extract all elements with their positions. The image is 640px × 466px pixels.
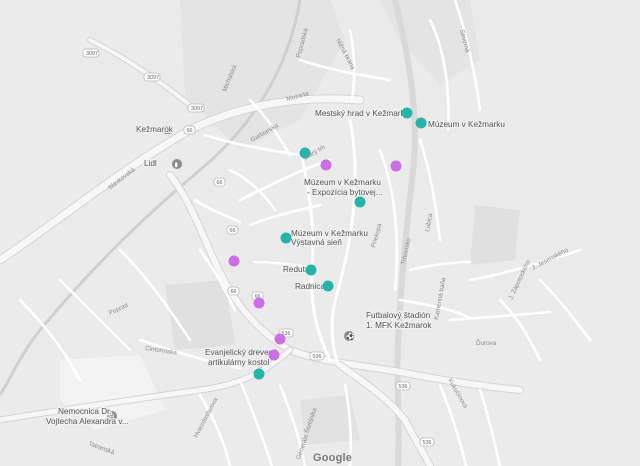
- marker-stary-trh[interactable]: [299, 147, 311, 159]
- route-shield-3097-a: 3097: [82, 48, 100, 58]
- route-shield-66-b: 66: [213, 177, 226, 187]
- marker-castle[interactable]: [401, 107, 413, 119]
- label-muzeum[interactable]: Múzeum v Kežmarku: [427, 119, 507, 131]
- route-shield-66-e: 66: [227, 286, 240, 296]
- label-lidl[interactable]: Lidl: [143, 158, 159, 170]
- label-stadion-2[interactable]: 1. MFK Kežmarok: [365, 320, 434, 332]
- marker-reduta[interactable]: [305, 264, 317, 276]
- marker-purple-4[interactable]: [253, 297, 265, 309]
- svg-text:66: 66: [217, 180, 223, 186]
- svg-text:536: 536: [399, 384, 408, 390]
- block-east: [470, 205, 520, 265]
- lidl-shop-icon[interactable]: ▮: [172, 159, 182, 169]
- marker-south[interactable]: [253, 368, 265, 380]
- route-shield-536-c: 536: [395, 381, 411, 391]
- map-canvas[interactable]: 3097 3097 3097 66 66 66 66 66 536 536 53…: [0, 0, 640, 466]
- marker-purple-5[interactable]: [274, 333, 286, 345]
- label-nemocnica-1[interactable]: Nemocnica Dr.: [57, 406, 113, 418]
- svg-text:▮: ▮: [175, 162, 178, 169]
- label-expozicia-1[interactable]: Múzeum v Kežmarku: [303, 177, 383, 189]
- marker-purple-3[interactable]: [228, 255, 240, 267]
- marker-museum[interactable]: [415, 117, 427, 129]
- label-kezmarok[interactable]: Kežmarok: [135, 124, 175, 136]
- label-vystavna-sien-1[interactable]: Múzeum v Kežmarku: [290, 228, 370, 240]
- route-shield-536-b: 536: [309, 351, 325, 361]
- svg-text:66: 66: [187, 128, 193, 134]
- route-shield-3097-c: 3097: [187, 103, 205, 113]
- svg-text:66: 66: [231, 289, 237, 295]
- label-radnica[interactable]: Radnica: [294, 281, 327, 293]
- route-shield-3097-b: 3097: [143, 72, 161, 82]
- stadium-icon[interactable]: ⚽: [344, 331, 355, 341]
- label-kostol-2[interactable]: artikulárny kostol: [207, 357, 271, 369]
- label-mestsky-hrad[interactable]: Mestský hrad v Kežmarku: [314, 108, 411, 120]
- label-stadion-1[interactable]: Futbalový štadión: [365, 310, 432, 322]
- route-shield-66-c: 66: [226, 225, 239, 235]
- svg-text:3097: 3097: [147, 75, 159, 81]
- marker-purple-2[interactable]: [390, 160, 402, 172]
- marker-exhibition-hall[interactable]: [280, 232, 292, 244]
- route-shield-536-d: 536: [419, 437, 435, 447]
- marker-purple-6[interactable]: [268, 349, 280, 361]
- google-attribution: Google: [313, 452, 353, 464]
- svg-text:536: 536: [313, 354, 322, 360]
- map-view[interactable]: 3097 3097 3097 66 66 66 66 66 536 536 53…: [0, 0, 640, 466]
- marker-town-hall[interactable]: [322, 280, 334, 292]
- svg-text:3097: 3097: [86, 51, 98, 57]
- route-shield-66-a: 66: [183, 125, 196, 135]
- marker-purple-1[interactable]: [320, 159, 332, 171]
- label-expozicia-2[interactable]: - Expozícia bytovej...: [306, 187, 384, 199]
- marker-exposition[interactable]: [354, 196, 366, 208]
- street-label-durova: Ďurova: [476, 338, 497, 347]
- svg-text:536: 536: [423, 440, 432, 446]
- svg-text:66: 66: [230, 228, 236, 234]
- label-kostol-1[interactable]: Evanjelický drevený: [204, 347, 280, 359]
- svg-text:⚽: ⚽: [345, 332, 355, 341]
- label-vystavna-sien-2[interactable]: Výstavná sieň: [290, 237, 344, 249]
- svg-text:3097: 3097: [191, 106, 203, 112]
- label-nemocnica-2[interactable]: Vojtecha Alexandra v...: [45, 416, 130, 428]
